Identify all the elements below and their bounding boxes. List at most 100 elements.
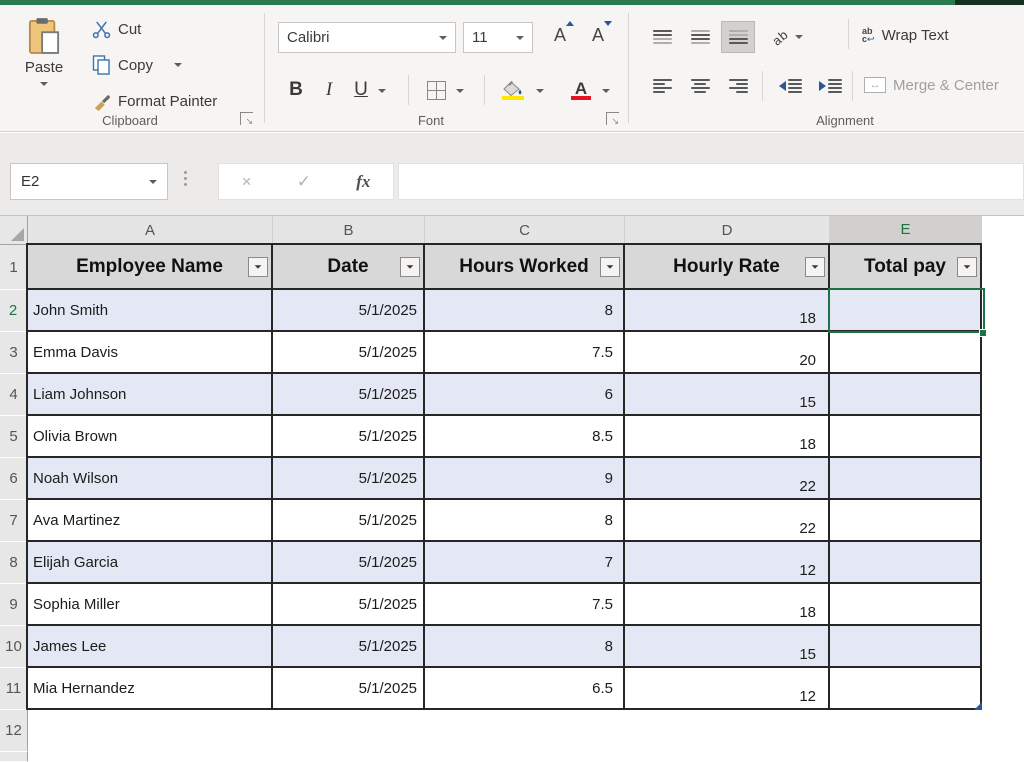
cell-B4[interactable]: 5/1/2025 (273, 374, 425, 416)
font-color-button[interactable]: A (568, 75, 594, 105)
font-name-dropdown-icon[interactable] (439, 36, 447, 40)
cell-D5[interactable]: 18 (625, 416, 830, 458)
cell-C11[interactable]: 6.5 (425, 668, 625, 710)
cell-B11[interactable]: 5/1/2025 (273, 668, 425, 710)
cancel-icon[interactable]: × (242, 172, 252, 192)
decrease-indent-button[interactable] (772, 71, 808, 101)
cell-C10[interactable]: 8 (425, 626, 625, 668)
insert-function-icon[interactable]: fx (356, 172, 370, 192)
row-header-2[interactable]: 2 (0, 290, 28, 332)
cell-C2[interactable]: 8 (425, 290, 625, 332)
filter-dropdown-button[interactable] (600, 257, 620, 277)
italic-button[interactable]: I (316, 75, 342, 105)
font-size-select[interactable]: 11 (463, 22, 533, 53)
cell-D9[interactable]: 18 (625, 584, 830, 626)
top-align-button[interactable] (646, 22, 678, 52)
bold-button[interactable]: B (283, 75, 309, 105)
row-header-3[interactable]: 3 (0, 332, 28, 374)
name-box[interactable]: E2 (10, 163, 168, 200)
bottom-align-button[interactable] (722, 22, 754, 52)
cell-A8[interactable]: Elijah Garcia (28, 542, 273, 584)
cell-D3[interactable]: 20 (625, 332, 830, 374)
fill-color-button[interactable] (500, 75, 526, 105)
row-header-9[interactable]: 9 (0, 584, 28, 626)
cell-C5[interactable]: 8.5 (425, 416, 625, 458)
underline-button[interactable]: U (348, 75, 374, 105)
cell-B7[interactable]: 5/1/2025 (273, 500, 425, 542)
row-header-8[interactable]: 8 (0, 542, 28, 584)
enter-icon[interactable]: ✓ (297, 172, 311, 192)
cell-D11[interactable]: 12 (625, 668, 830, 710)
decrease-font-size-button[interactable]: A (583, 25, 613, 46)
cell-B9[interactable]: 5/1/2025 (273, 584, 425, 626)
cell-E10[interactable] (830, 626, 982, 668)
cell-C4[interactable]: 6 (425, 374, 625, 416)
row-header-11[interactable]: 11 (0, 668, 28, 710)
column-header-B[interactable]: B (273, 216, 425, 245)
merge-center-button[interactable]: ↔ Merge & Center (864, 73, 999, 97)
table-header-cell[interactable]: Employee Name (28, 245, 273, 290)
cell-D6[interactable]: 22 (625, 458, 830, 500)
cell-E4[interactable] (830, 374, 982, 416)
cell-E5[interactable] (830, 416, 982, 458)
wrap-text-button[interactable]: abc↩ Wrap Text (862, 23, 949, 47)
table-header-cell[interactable]: Hourly Rate (625, 245, 830, 290)
align-left-button[interactable] (646, 71, 678, 101)
cell-A9[interactable]: Sophia Miller (28, 584, 273, 626)
paste-button[interactable]: Paste (14, 17, 74, 121)
filter-dropdown-button[interactable] (957, 257, 977, 277)
cell-E11[interactable] (830, 668, 982, 710)
clipboard-dialog-launcher-icon[interactable] (240, 112, 253, 125)
font-name-select[interactable]: Calibri (278, 22, 456, 53)
name-box-dropdown-icon[interactable] (149, 180, 157, 184)
align-right-button[interactable] (722, 71, 754, 101)
cell-B2[interactable]: 5/1/2025 (273, 290, 425, 332)
row-header-6[interactable]: 6 (0, 458, 28, 500)
cell-A7[interactable]: Ava Martinez (28, 500, 273, 542)
cell-C8[interactable]: 7 (425, 542, 625, 584)
cell-D7[interactable]: 22 (625, 500, 830, 542)
cell-E7[interactable] (830, 500, 982, 542)
row-header-5[interactable]: 5 (0, 416, 28, 458)
cut-button[interactable]: Cut (92, 17, 141, 41)
column-header-E[interactable]: E (830, 216, 982, 245)
formula-bar-grip[interactable] (184, 171, 187, 186)
filter-dropdown-button[interactable] (400, 257, 420, 277)
cell-A10[interactable]: James Lee (28, 626, 273, 668)
copy-button[interactable]: Copy (92, 53, 182, 77)
row-header-partial[interactable] (0, 752, 28, 762)
row-header-7[interactable]: 7 (0, 500, 28, 542)
table-header-cell[interactable]: Hours Worked (425, 245, 625, 290)
table-resize-handle-icon[interactable] (974, 702, 982, 710)
select-all-button[interactable] (0, 216, 28, 245)
align-center-button[interactable] (684, 71, 716, 101)
cell-A11[interactable]: Mia Hernandez (28, 668, 273, 710)
column-header-C[interactable]: C (425, 216, 625, 245)
cell-E6[interactable] (830, 458, 982, 500)
font-size-dropdown-icon[interactable] (516, 36, 524, 40)
orientation-button[interactable]: ab (772, 25, 803, 49)
cell-A3[interactable]: Emma Davis (28, 332, 273, 374)
format-painter-button[interactable]: Format Painter (92, 89, 217, 113)
cell-E8[interactable] (830, 542, 982, 584)
underline-dropdown-icon[interactable] (378, 89, 386, 93)
row-header-4[interactable]: 4 (0, 374, 28, 416)
row-header-1[interactable]: 1 (0, 245, 28, 290)
filter-dropdown-button[interactable] (805, 257, 825, 277)
borders-dropdown-icon[interactable] (456, 89, 464, 93)
cell-E9[interactable] (830, 584, 982, 626)
font-dialog-launcher-icon[interactable] (606, 112, 619, 125)
cell-C3[interactable]: 7.5 (425, 332, 625, 374)
column-header-A[interactable]: A (28, 216, 273, 245)
increase-indent-button[interactable] (812, 71, 848, 101)
paste-dropdown-icon[interactable] (40, 82, 48, 86)
row-header-12[interactable]: 12 (0, 710, 28, 752)
cell-E2[interactable] (830, 290, 982, 332)
table-header-cell[interactable]: Total pay (830, 245, 982, 290)
copy-dropdown-icon[interactable] (174, 63, 182, 67)
row-header-10[interactable]: 10 (0, 626, 28, 668)
cell-B6[interactable]: 5/1/2025 (273, 458, 425, 500)
cell-B5[interactable]: 5/1/2025 (273, 416, 425, 458)
cell-D10[interactable]: 15 (625, 626, 830, 668)
cell-C7[interactable]: 8 (425, 500, 625, 542)
